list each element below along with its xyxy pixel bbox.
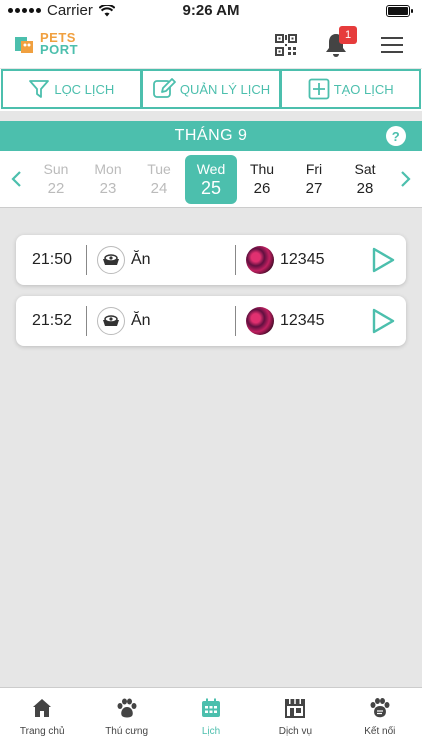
tab-label: Lịch (201, 726, 221, 737)
play-icon[interactable] (370, 246, 396, 274)
tab-pets[interactable]: Thú cưng (84, 688, 168, 750)
day-tue[interactable]: Tue 24 (134, 155, 184, 204)
paw-icon (117, 698, 137, 718)
activity: Ăn (97, 246, 235, 274)
qr-code-icon (275, 34, 297, 56)
edit-icon (152, 78, 176, 98)
tab-label: Thú cưng (105, 726, 149, 737)
food-bowl-icon (97, 246, 125, 274)
manage-schedule-button[interactable]: QUẢN LÝ LỊCH (141, 69, 282, 109)
chat-paw-icon (370, 698, 390, 718)
day-date: 25 (200, 178, 222, 198)
day-sat[interactable]: Sat 28 (340, 155, 390, 204)
create-schedule-button[interactable]: TẠO LỊCH (281, 69, 422, 109)
day-name: Sat (354, 161, 376, 177)
pet: 12345 (246, 246, 370, 274)
pet: 12345 (246, 307, 370, 335)
pet-avatar (246, 246, 274, 274)
bottom-tab-bar: Trang chủ Thú cưng Lịch Dịch vụ Kết nối (0, 687, 422, 750)
tab-connect[interactable]: Kết nối (338, 688, 422, 750)
store-icon (285, 699, 306, 718)
menu-button[interactable] (377, 30, 407, 60)
tab-calendar[interactable]: Lịch (169, 688, 253, 750)
notifications-button[interactable]: 1 (321, 26, 357, 60)
status-time: 9:26 AM (182, 2, 240, 19)
activity: Ăn (97, 307, 235, 335)
tab-home[interactable]: Trang chủ (0, 688, 84, 750)
filter-schedule-button[interactable]: LỌC LỊCH (1, 69, 142, 109)
tab-label: Kết nối (364, 726, 396, 737)
schedule-time: 21:52 (31, 312, 73, 329)
app-header: PETS PORT 1 (0, 22, 422, 68)
manage-schedule-label: QUẢN LÝ LỊCH (179, 81, 271, 97)
tab-label: Dịch vụ (278, 726, 313, 737)
filter-icon (29, 80, 50, 98)
help-button[interactable]: ? (386, 126, 406, 146)
day-date: 27 (305, 180, 323, 197)
logo-text: PETS PORT (40, 31, 79, 57)
day-mon[interactable]: Mon 23 (83, 155, 133, 204)
activity-label: Ăn (131, 312, 151, 329)
previous-week-button[interactable] (6, 168, 26, 190)
battery-icon (386, 5, 413, 17)
status-bar: Carrier 9:26 AM (0, 0, 422, 22)
divider (86, 306, 87, 336)
day-name: Fri (305, 161, 323, 177)
month-label: THÁNG 9 (174, 127, 248, 144)
month-header: THÁNG 9 ? (0, 121, 422, 151)
logo-line2: PORT (40, 42, 79, 57)
day-date: 24 (150, 180, 168, 197)
pet-name: 12345 (280, 312, 325, 329)
activity-label: Ăn (131, 251, 151, 268)
tab-services[interactable]: Dịch vụ (253, 688, 337, 750)
day-name: Mon (94, 161, 122, 177)
divider (235, 306, 236, 336)
chevron-left-icon (11, 171, 21, 187)
week-strip: Sun 22 Mon 23 Tue 24 Wed 25 Thu 26 Fri 27 Sat 2… (0, 151, 422, 208)
logo-mark-icon (15, 37, 33, 53)
pet-avatar (246, 307, 274, 335)
app-logo[interactable]: PETS PORT (14, 31, 79, 57)
divider (235, 245, 236, 275)
schedule-item[interactable]: 21:50 Ăn 12345 (16, 235, 406, 285)
day-sun[interactable]: Sun 22 (31, 155, 81, 204)
day-date: 26 (253, 180, 271, 197)
chevron-right-icon (401, 171, 411, 187)
hamburger-menu-icon (381, 37, 403, 53)
day-wed-selected[interactable]: Wed 25 (185, 155, 237, 204)
calendar-icon (202, 698, 221, 717)
day-date: 23 (99, 180, 117, 197)
divider (86, 245, 87, 275)
filter-schedule-label: LỌC LỊCH (54, 81, 115, 97)
home-icon (33, 699, 52, 717)
food-bowl-icon (97, 307, 125, 335)
schedule-actions: LỌC LỊCH QUẢN LÝ LỊCH TẠO LỊCH (0, 69, 422, 111)
qr-code-button[interactable] (271, 30, 301, 60)
day-fri[interactable]: Fri 27 (289, 155, 339, 204)
tab-label: Trang chủ (19, 726, 65, 737)
pet-name: 12345 (280, 251, 325, 268)
notification-badge: 1 (339, 26, 357, 44)
day-date: 22 (47, 180, 65, 197)
day-name: Wed (196, 161, 226, 177)
schedule-item[interactable]: 21:52 Ăn 12345 (16, 296, 406, 346)
play-icon[interactable] (370, 307, 396, 335)
day-name: Tue (147, 161, 171, 177)
day-date: 28 (356, 180, 374, 197)
day-thu[interactable]: Thu 26 (237, 155, 287, 204)
day-name: Sun (43, 161, 69, 177)
plus-square-icon (308, 78, 330, 100)
schedule-time: 21:50 (31, 251, 73, 268)
next-week-button[interactable] (396, 168, 416, 190)
create-schedule-label: TẠO LỊCH (333, 81, 394, 97)
day-name: Thu (249, 161, 275, 177)
